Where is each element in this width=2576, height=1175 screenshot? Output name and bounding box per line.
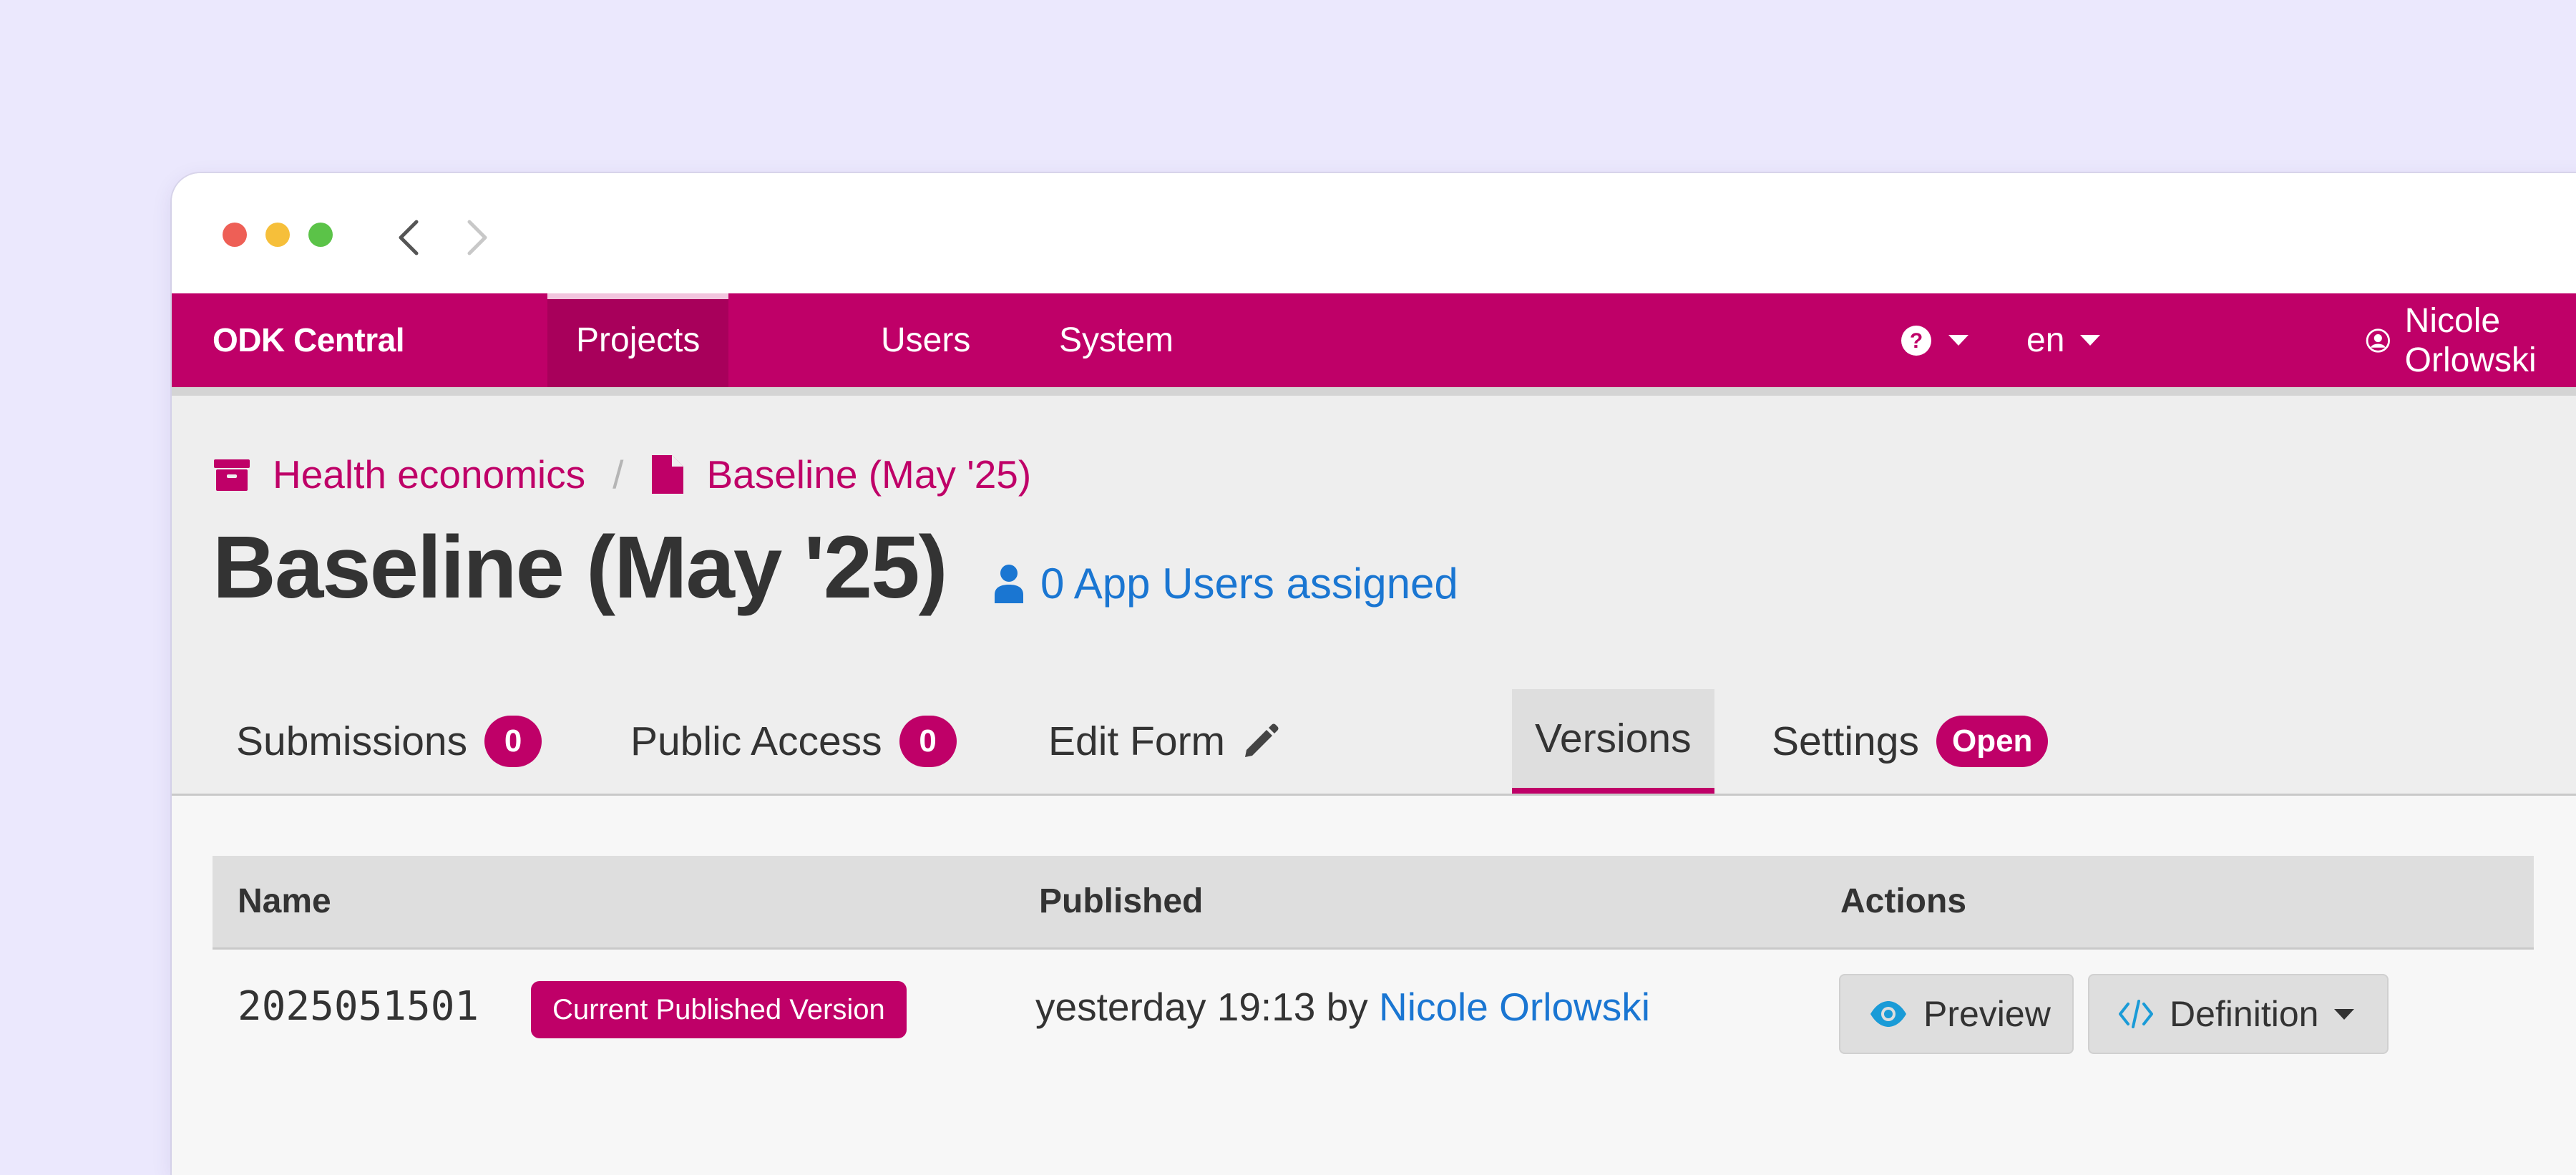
breadcrumb-form[interactable]: Baseline (May '25) xyxy=(650,452,1031,497)
file-icon xyxy=(652,455,684,494)
brand-logo[interactable]: ODK Central xyxy=(213,293,404,387)
code-icon xyxy=(2119,1000,2153,1028)
form-tabs: Submissions 0 Public Access 0 Edit Form … xyxy=(172,689,2576,794)
published-by-link[interactable]: Nicole Orlowski xyxy=(1379,985,1650,1029)
count-badge: 0 xyxy=(484,716,542,767)
chevron-down-icon xyxy=(2334,1008,2355,1020)
tab-edit-form[interactable]: Edit Form xyxy=(1048,689,1281,794)
tab-label: Submissions xyxy=(236,718,468,764)
breadcrumb-form-label: Baseline (May '25) xyxy=(706,452,1032,497)
tab-label: Edit Form xyxy=(1048,718,1226,764)
current-version-badge: Current Published Version xyxy=(531,981,907,1038)
pencil-icon xyxy=(1245,723,1279,757)
maximize-window-button[interactable] xyxy=(308,223,333,247)
forward-arrow-icon[interactable] xyxy=(458,216,494,259)
tab-label: Settings xyxy=(1772,718,1919,764)
user-icon xyxy=(995,564,1023,603)
tab-label: Public Access xyxy=(630,718,882,764)
top-navbar: ODK Central Projects Users System ? en N… xyxy=(172,293,2576,396)
preview-label: Preview xyxy=(1923,994,2051,1034)
page-header: Health economics / Baseline (May '25) Ba… xyxy=(172,396,2576,796)
tab-submissions[interactable]: Submissions 0 xyxy=(236,689,542,794)
eye-icon xyxy=(1870,1001,1906,1027)
window-titlebar xyxy=(172,173,2576,293)
user-menu[interactable]: Nicole Orlowski xyxy=(2366,293,2576,387)
page-title: Baseline (May '25) xyxy=(213,519,948,617)
definition-button[interactable]: Definition xyxy=(2088,974,2389,1054)
nav-users[interactable]: Users xyxy=(881,293,970,387)
breadcrumb-separator: / xyxy=(613,452,624,497)
count-badge: 0 xyxy=(899,716,957,767)
close-window-button[interactable] xyxy=(223,223,247,247)
tab-versions[interactable]: Versions xyxy=(1512,689,1714,794)
published-time: yesterday 19:13 by xyxy=(1035,985,1368,1029)
chevron-down-icon xyxy=(2080,335,2101,346)
language-menu[interactable]: en xyxy=(2026,293,2101,387)
tab-public-access[interactable]: Public Access 0 xyxy=(630,689,957,794)
minimize-window-button[interactable] xyxy=(265,223,290,247)
help-menu[interactable]: ? xyxy=(1900,293,1968,387)
table-row: 2025051501 Current Published Version yes… xyxy=(213,950,2534,1064)
tab-settings[interactable]: Settings Open xyxy=(1772,689,2049,794)
svg-text:?: ? xyxy=(1910,329,1923,353)
chevron-down-icon xyxy=(1948,335,1968,346)
browser-window: ODK Central Projects Users System ? en N… xyxy=(172,173,2576,1175)
app-users-link[interactable]: 0 App Users assigned xyxy=(993,559,1458,608)
nav-projects[interactable]: Projects xyxy=(547,293,729,387)
preview-button[interactable]: Preview xyxy=(1839,974,2074,1054)
archive-icon xyxy=(214,459,250,491)
breadcrumb: Health economics / Baseline (May '25) xyxy=(213,452,1031,497)
status-badge: Open xyxy=(1936,716,2049,767)
main-content: Name Published Actions 2025051501 Curren… xyxy=(172,796,2576,1175)
versions-table: Name Published Actions 2025051501 Curren… xyxy=(213,856,2534,1064)
tab-label: Versions xyxy=(1535,716,1692,761)
user-circle-icon xyxy=(2366,328,2390,353)
back-arrow-icon[interactable] xyxy=(392,216,428,259)
column-header-published: Published xyxy=(1039,882,1204,920)
definition-label: Definition xyxy=(2170,994,2319,1034)
language-label: en xyxy=(2026,321,2065,359)
app-users-label: 0 App Users assigned xyxy=(1040,560,1458,608)
breadcrumb-project[interactable]: Health economics xyxy=(213,452,585,497)
column-header-name: Name xyxy=(238,882,331,920)
nav-system[interactable]: System xyxy=(1059,293,1174,387)
version-name: 2025051501 xyxy=(238,983,479,1030)
breadcrumb-project-label: Health economics xyxy=(273,452,586,497)
table-header: Name Published Actions xyxy=(213,856,2534,950)
published-info: yesterday 19:13 by Nicole Orlowski xyxy=(1035,950,1650,1064)
user-name: Nicole Orlowski xyxy=(2404,301,2537,379)
help-icon: ? xyxy=(1901,325,1931,356)
column-header-actions: Actions xyxy=(1840,882,1967,920)
